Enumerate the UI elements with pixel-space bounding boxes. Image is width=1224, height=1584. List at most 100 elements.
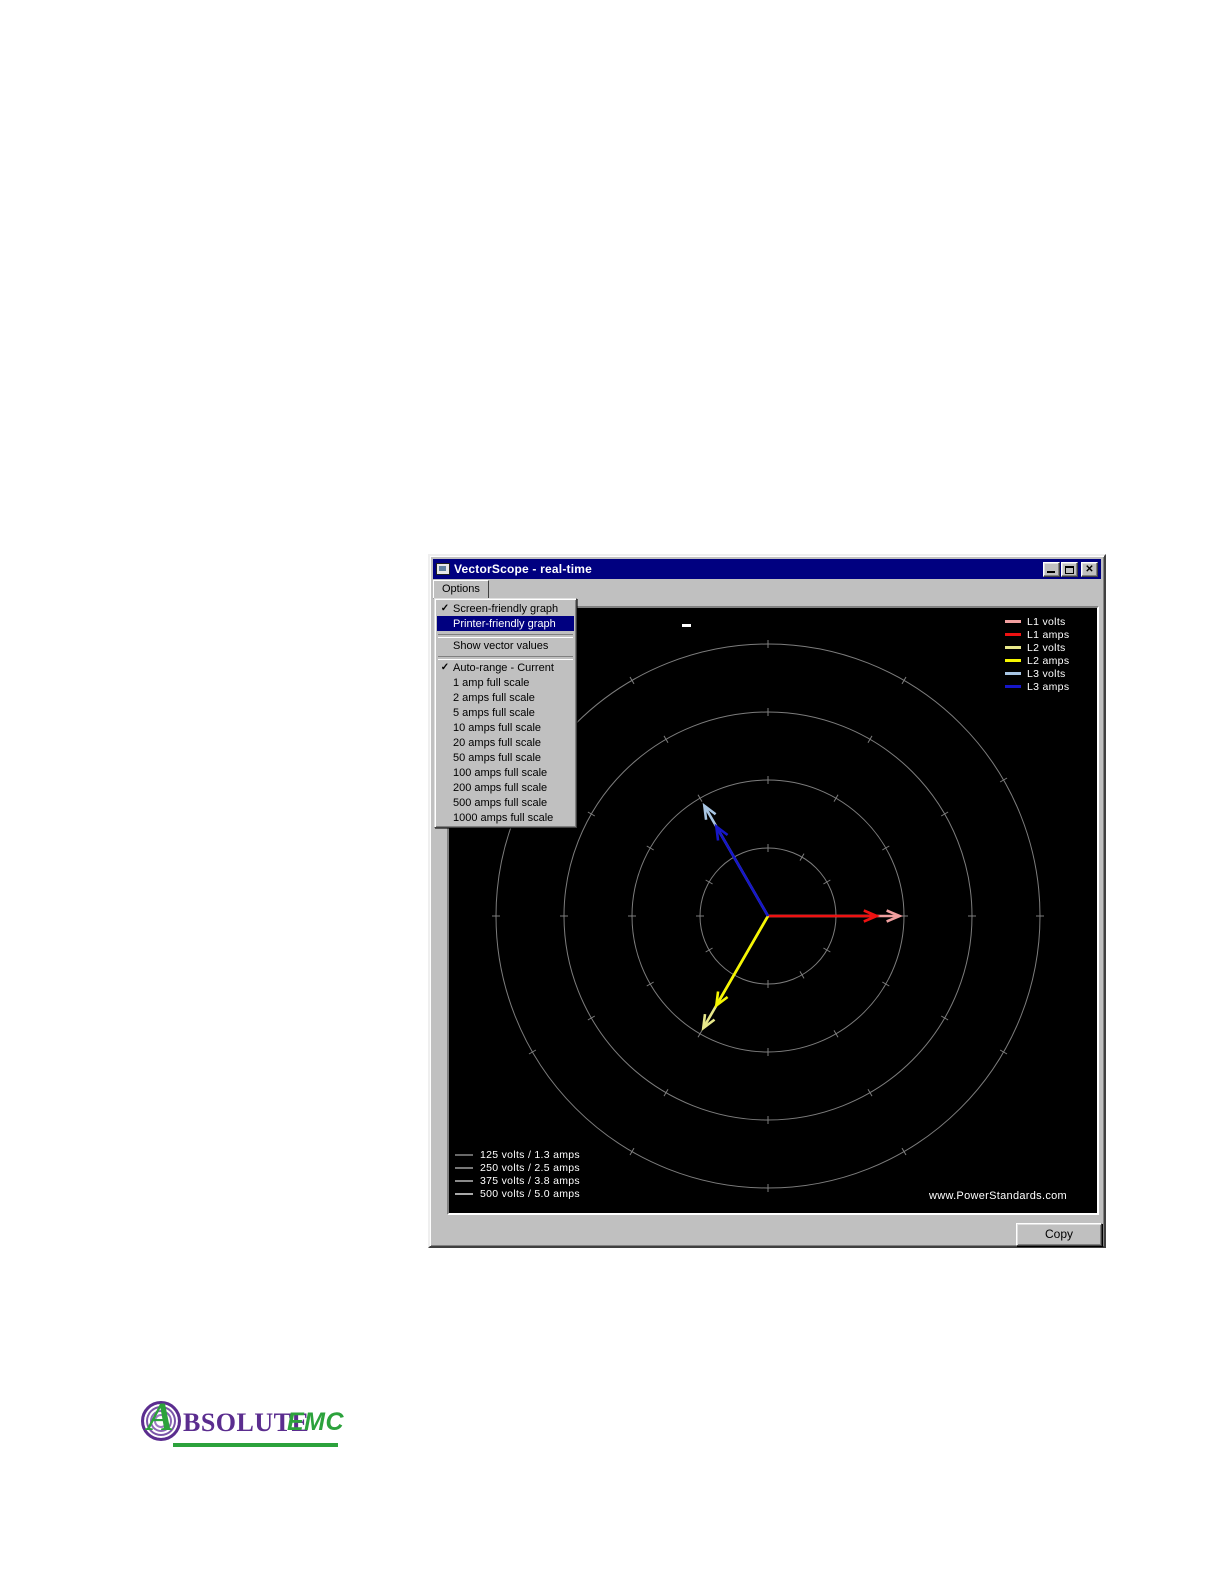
menu-item-label: Auto-range - Current	[453, 661, 554, 674]
grid-tick	[587, 811, 596, 817]
menu-item-show-vector-values[interactable]: Show vector values	[437, 638, 574, 653]
logo-word-emc: EMC	[287, 1408, 345, 1436]
grid-tick	[663, 735, 669, 744]
minimize-icon	[1047, 570, 1055, 573]
menu-item-label: 500 amps full scale	[453, 796, 548, 809]
logo-letter-a: A	[147, 1394, 174, 1439]
grid-tick	[999, 777, 1008, 783]
legend-swatch	[1005, 620, 1021, 623]
legend-label: 250 volts / 2.5 amps	[480, 1161, 580, 1174]
ring-scale-legend: 125 volts / 1.3 amps 250 volts / 2.5 amps…	[455, 1148, 580, 1200]
legend-item-l1-volts: L1 volts	[1005, 615, 1069, 628]
grid-tick	[833, 1030, 839, 1038]
checkmark-icon: ✓	[440, 603, 450, 614]
legend-item-l1-amps: L1 amps	[1005, 628, 1069, 641]
copy-button[interactable]: Copy	[1016, 1223, 1102, 1246]
grid-tick	[646, 981, 654, 987]
window-controls: ✕	[1042, 561, 1098, 577]
grid-tick	[663, 1088, 669, 1097]
menu-item-label: 5 amps full scale	[453, 706, 535, 719]
grid-tick	[629, 676, 635, 685]
legend-swatch	[1005, 659, 1021, 662]
menu-item-500-amps-full-scale[interactable]: 500 amps full scale	[437, 795, 574, 810]
menu-item-auto-range-current[interactable]: ✓ Auto-range - Current	[437, 660, 574, 675]
close-icon: ✕	[1085, 563, 1094, 575]
menu-options[interactable]: Options	[433, 579, 489, 599]
grid-tick	[629, 1147, 635, 1156]
menu-item-label: Printer-friendly graph	[453, 617, 556, 630]
menu-item-1-amp-full-scale[interactable]: 1 amp full scale	[437, 675, 574, 690]
legend-swatch	[1005, 672, 1021, 675]
menu-item-50-amps-full-scale[interactable]: 50 amps full scale	[437, 750, 574, 765]
white-dash	[682, 624, 691, 627]
menu-item-100-amps-full-scale[interactable]: 100 amps full scale	[437, 765, 574, 780]
app-icon	[436, 563, 450, 575]
legend-label: L2 volts	[1027, 641, 1066, 654]
title-bar[interactable]: VectorScope - real-time ✕	[433, 559, 1101, 579]
scale-swatch	[455, 1153, 473, 1156]
vector-l3-amps	[715, 825, 770, 917]
legend-item-375-volts-3-8-amps: 375 volts / 3.8 amps	[455, 1174, 580, 1187]
legend-item-250-volts-2-5-amps: 250 volts / 2.5 amps	[455, 1161, 580, 1174]
grid-tick	[799, 971, 805, 979]
watermark: www.PowerStandards.com	[928, 1190, 1067, 1202]
grid-tick	[999, 1049, 1008, 1055]
menu-item-label: Show vector values	[453, 639, 549, 652]
grid-tick	[799, 853, 805, 861]
menu-item-label: 20 amps full scale	[453, 736, 542, 749]
menu-item-screen-friendly-graph[interactable]: ✓ Screen-friendly graph	[437, 601, 574, 616]
grid-tick	[823, 947, 831, 953]
menu-item-2-amps-full-scale[interactable]: 2 amps full scale	[437, 690, 574, 705]
scale-swatch	[455, 1166, 473, 1169]
vector-l2-amps	[715, 915, 770, 1007]
options-menu: ✓ Screen-friendly graph Printer-friendly g…	[434, 598, 577, 828]
menu-item-label: 200 amps full scale	[453, 781, 548, 794]
grid-tick	[705, 879, 713, 885]
menu-item-20-amps-full-scale[interactable]: 20 amps full scale	[437, 735, 574, 750]
menu-item-label: 1000 amps full scale	[453, 811, 554, 824]
scale-swatch	[455, 1192, 473, 1195]
menu-item-label: 100 amps full scale	[453, 766, 548, 779]
menu-item-10-amps-full-scale[interactable]: 10 amps full scale	[437, 720, 574, 735]
close-button[interactable]: ✕	[1081, 561, 1098, 577]
legend-item-l2-amps: L2 amps	[1005, 654, 1069, 667]
menu-item-1000-amps-full-scale[interactable]: 1000 amps full scale	[437, 810, 574, 825]
grid-tick	[940, 811, 949, 817]
grid-tick	[833, 794, 839, 802]
maximize-icon	[1065, 565, 1074, 574]
window-title: VectorScope - real-time	[454, 562, 592, 576]
menu-bar: Options	[433, 579, 1101, 599]
logo-underline	[173, 1443, 338, 1447]
legend-label: L1 volts	[1027, 615, 1066, 628]
legend-item-l3-amps: L3 amps	[1005, 680, 1069, 693]
grid-tick	[867, 1088, 873, 1097]
scale-swatch	[455, 1179, 473, 1182]
legend-label: L3 volts	[1027, 667, 1066, 680]
grid-tick	[823, 879, 831, 885]
legend-swatch	[1005, 633, 1021, 636]
grid-tick	[901, 676, 907, 685]
menu-item-5-amps-full-scale[interactable]: 5 amps full scale	[437, 705, 574, 720]
grid-tick	[587, 1015, 596, 1021]
menu-item-200-amps-full-scale[interactable]: 200 amps full scale	[437, 780, 574, 795]
minimize-button[interactable]	[1043, 561, 1060, 577]
menu-item-label: 1 amp full scale	[453, 676, 530, 689]
maximize-button[interactable]	[1061, 561, 1078, 577]
phase-legend: L1 volts L1 amps L2 volts L2 amps L3 volts L3…	[1005, 615, 1069, 693]
grid-tick	[528, 1049, 537, 1055]
legend-item-125-volts-1-3-amps: 125 volts / 1.3 amps	[455, 1148, 580, 1161]
grid-tick	[697, 1030, 703, 1038]
legend-item-l3-volts: L3 volts	[1005, 667, 1069, 680]
legend-item-l2-volts: L2 volts	[1005, 641, 1069, 654]
grid-tick	[646, 845, 654, 851]
menu-item-printer-friendly-graph[interactable]: Printer-friendly graph	[437, 616, 574, 631]
legend-swatch	[1005, 685, 1021, 688]
menu-separator	[438, 631, 573, 638]
menu-item-label: 2 amps full scale	[453, 691, 535, 704]
grid-tick	[882, 981, 890, 987]
legend-label: L1 amps	[1027, 628, 1070, 641]
checkmark-icon: ✓	[440, 662, 450, 673]
grid-tick	[940, 1015, 949, 1021]
legend-label: 500 volts / 5.0 amps	[480, 1187, 580, 1200]
legend-item-500-volts-5-0-amps: 500 volts / 5.0 amps	[455, 1187, 580, 1200]
